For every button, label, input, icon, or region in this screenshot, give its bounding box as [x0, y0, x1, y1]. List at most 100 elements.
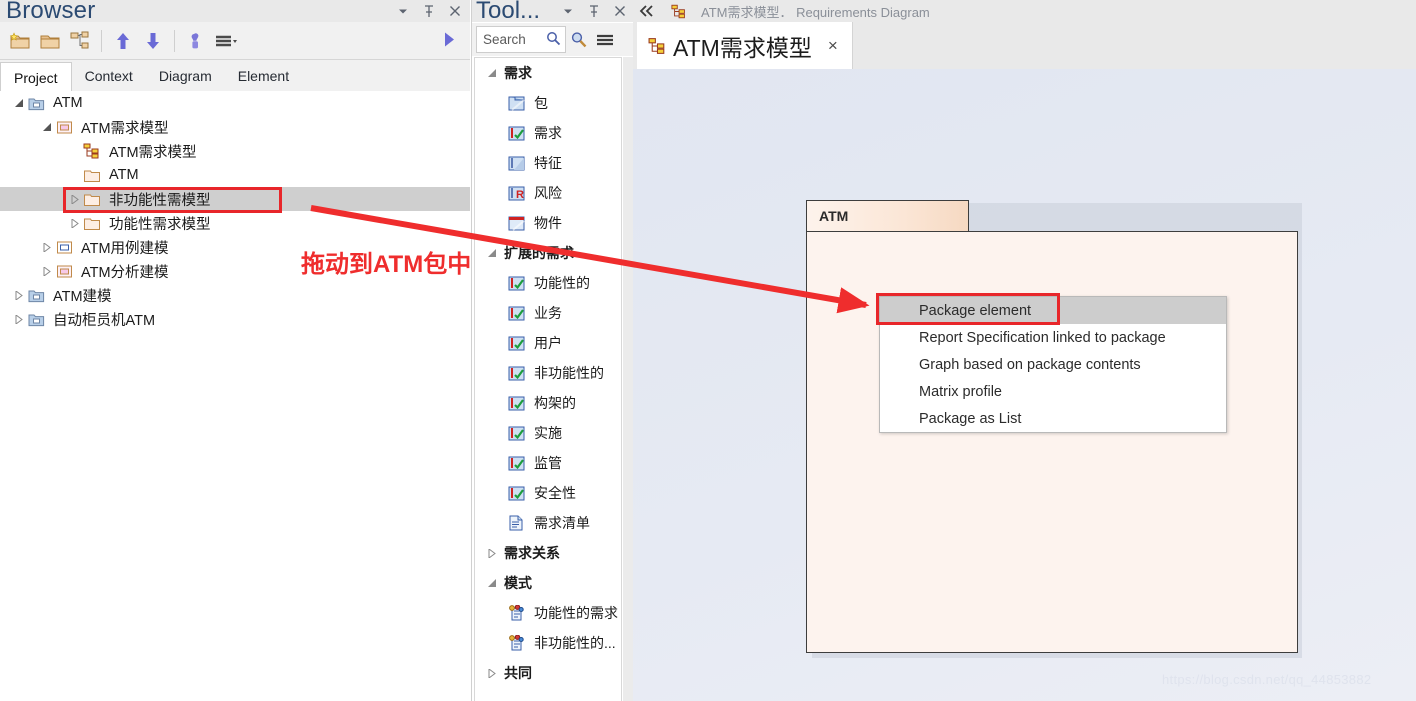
toolbox-item-requirement-list[interactable]: 需求清单 — [475, 508, 621, 538]
toolbox-group-extended-requirements[interactable]: 扩展的需求 — [475, 238, 621, 268]
browser-tab-strip: Project Context Diagram Element — [0, 60, 470, 92]
menu-item-graph-package-contents[interactable]: Graph based on package contents — [880, 351, 1226, 378]
group-label: 扩展的需求 — [504, 245, 574, 261]
breadcrumb-text: ATM需求模型． Requirements Diagram — [701, 4, 930, 20]
twisty-open-icon[interactable] — [10, 91, 26, 115]
pin-icon[interactable] — [422, 4, 436, 18]
tree-item-atm-auto-teller[interactable]: 自动柜员机ATM — [0, 307, 470, 331]
twisty-closed-icon[interactable] — [10, 283, 26, 307]
requirement-tool-icon — [507, 454, 525, 472]
tree-item-label: 功能性需求模型 — [109, 216, 211, 233]
tab-diagram[interactable]: Diagram — [146, 61, 225, 91]
tab-label: ATM需求模型 — [673, 34, 812, 61]
tree-item-label: ATM用例建模 — [81, 240, 169, 257]
twisty-open-icon — [488, 248, 496, 257]
menu-item-report-specification[interactable]: Report Specification linked to package — [880, 324, 1226, 351]
close-icon[interactable]: × — [828, 37, 838, 54]
requirements-package-icon — [54, 115, 74, 139]
search-icon[interactable] — [546, 31, 561, 49]
twisty-closed-icon[interactable] — [38, 259, 54, 283]
toolbox-item-label: 用户 — [534, 335, 562, 351]
object-tool-icon — [507, 214, 525, 232]
browser-title: Browser — [6, 0, 96, 22]
annotation-text: 拖动到ATM包中 — [301, 251, 472, 278]
tab-atm-requirements-diagram[interactable]: ATM需求模型 × — [637, 22, 853, 69]
toolbox-title: Tool... — [476, 0, 541, 22]
move-up-icon[interactable] — [108, 26, 138, 56]
hand-pointer-icon[interactable] — [181, 26, 211, 56]
toolbox-item-nonfunctional[interactable]: 非功能性的 — [475, 358, 621, 388]
pin-icon[interactable] — [587, 4, 601, 18]
toolbox-group-common[interactable]: 共同 — [475, 658, 621, 688]
package-icon — [82, 163, 102, 187]
toolbox-item-security[interactable]: 安全性 — [475, 478, 621, 508]
toolbox-item-label: 非功能性的... — [534, 635, 616, 651]
collapse-left-icon[interactable] — [633, 0, 661, 22]
annotation-highlight-menu-item — [876, 293, 1060, 325]
search-input[interactable]: Search — [476, 26, 566, 53]
toolbox-item-label: 物件 — [534, 215, 562, 231]
move-down-icon[interactable] — [138, 26, 168, 56]
close-icon[interactable] — [448, 4, 462, 18]
toolbox-item-business[interactable]: 业务 — [475, 298, 621, 328]
expand-icon[interactable] — [442, 30, 456, 51]
group-label: 共同 — [504, 665, 532, 681]
open-package-icon[interactable] — [35, 26, 65, 56]
project-tree: ATM ATM需求模型 ATM需求模型 ATM 非功能性需模型 功能性需求模型 … — [0, 91, 470, 701]
chevron-down-icon[interactable] — [396, 4, 410, 18]
twisty-closed-icon[interactable] — [66, 211, 82, 235]
tree-item-atm-package[interactable]: ATM — [0, 163, 470, 187]
tree-item-atm-root[interactable]: ATM — [0, 91, 470, 115]
tab-project[interactable]: Project — [0, 62, 72, 92]
tree-item-atm-req-model[interactable]: ATM需求模型 — [0, 115, 470, 139]
model-structure-icon[interactable] — [65, 26, 95, 56]
new-package-icon[interactable] — [5, 26, 35, 56]
chevron-down-icon[interactable] — [561, 4, 575, 18]
toolbox-item-object[interactable]: 物件 — [475, 208, 621, 238]
tree-item-atm-req-diagram[interactable]: ATM需求模型 — [0, 139, 470, 163]
toolbox-item-label: 非功能性的 — [534, 365, 604, 381]
toolbox-item-architectural[interactable]: 构架的 — [475, 388, 621, 418]
toolbox-scrollbar[interactable] — [623, 57, 633, 701]
twisty-closed-icon[interactable] — [10, 307, 26, 331]
menu-item-matrix-profile[interactable]: Matrix profile — [880, 378, 1226, 405]
toolbox-item-functional-requirement-pattern[interactable]: 功能性的需求 — [475, 598, 621, 628]
tree-item-atm-modeling[interactable]: ATM建模 — [0, 283, 470, 307]
model-view-icon — [26, 91, 46, 115]
toolbox-item-nonfunctional-requirement-pattern[interactable]: 非功能性的... — [475, 628, 621, 658]
toolbox-item-requirement[interactable]: 需求 — [475, 118, 621, 148]
toolbox-item-regulatory[interactable]: 监管 — [475, 448, 621, 478]
close-icon[interactable] — [613, 4, 627, 18]
tree-item-label: 自动柜员机ATM — [53, 312, 156, 329]
twisty-open-icon[interactable] — [38, 115, 54, 139]
package-name: ATM — [819, 208, 849, 224]
document-tab-strip: ATM需求模型 × — [633, 22, 1416, 69]
toolbox-item-list: 需求 包 需求 特征 R 风险 物件 扩展的需求 功能性的 业务 用户 非功能性… — [474, 57, 622, 701]
tab-element[interactable]: Element — [225, 61, 302, 91]
toolbox-item-label: 安全性 — [534, 485, 576, 501]
tab-context[interactable]: Context — [72, 61, 146, 91]
toolbox-group-patterns[interactable]: 模式 — [475, 568, 621, 598]
toolbox-item-user[interactable]: 用户 — [475, 328, 621, 358]
twisty-closed-icon[interactable] — [38, 235, 54, 259]
toolbox-group-requirement-relations[interactable]: 需求关系 — [475, 538, 621, 568]
app-window: Browser Project Context Diagram Element … — [0, 0, 1416, 701]
toolbox-item-label: 功能性的需求 — [534, 605, 618, 621]
twisty-none — [66, 163, 82, 187]
toolbox-item-feature[interactable]: 特征 — [475, 148, 621, 178]
toolbox-item-package[interactable]: 包 — [475, 88, 621, 118]
toolbox-group-requirements[interactable]: 需求 — [475, 58, 621, 88]
package-tab[interactable]: ATM — [806, 200, 969, 231]
menu-icon[interactable] — [211, 26, 241, 56]
pattern-tool-icon — [507, 634, 525, 652]
menu-item-package-as-list[interactable]: Package as List — [880, 405, 1226, 432]
find-icon[interactable] — [566, 26, 592, 53]
toolbox-item-risk[interactable]: R 风险 — [475, 178, 621, 208]
toolbox-item-implementation[interactable]: 实施 — [475, 418, 621, 448]
toolbox-item-label: 需求 — [534, 125, 562, 141]
toolbox-item-functional[interactable]: 功能性的 — [475, 268, 621, 298]
menu-icon[interactable] — [592, 26, 618, 53]
tree-item-functional-req-model[interactable]: 功能性需求模型 — [0, 211, 470, 235]
document-tool-icon — [507, 514, 525, 532]
twisty-none — [66, 139, 82, 163]
